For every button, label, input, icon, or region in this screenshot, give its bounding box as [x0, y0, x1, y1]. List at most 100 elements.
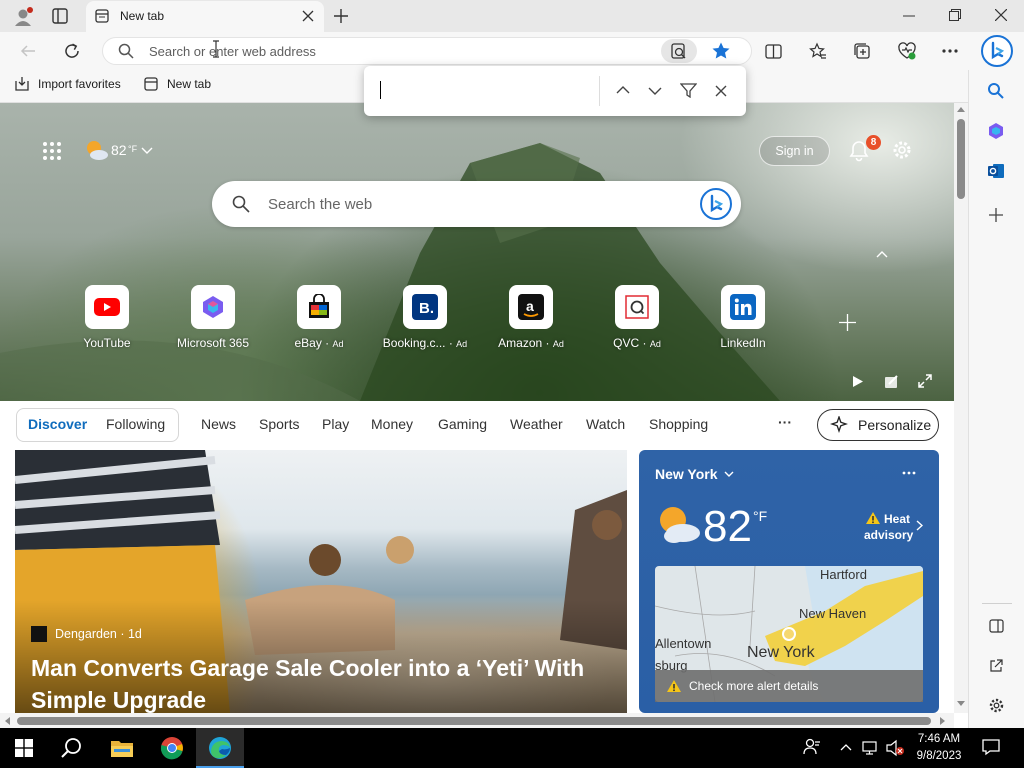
- quick-link-ebay[interactable]: eBay · Ad: [264, 285, 374, 355]
- quick-link-label: YouTube: [83, 336, 131, 350]
- tab-actions-icon[interactable]: [52, 8, 68, 24]
- favorites-icon[interactable]: [809, 42, 827, 60]
- show-hidden-icons-chevron-up-icon[interactable]: [840, 743, 852, 751]
- tab-following[interactable]: Following: [106, 416, 165, 432]
- edge-taskbar-button[interactable]: [196, 728, 244, 768]
- find-input[interactable]: [378, 78, 593, 104]
- address-input[interactable]: Search or enter web address: [149, 44, 316, 59]
- hide-sidebar-icon[interactable]: [989, 619, 1004, 633]
- taskbar-search-icon[interactable]: [61, 737, 83, 759]
- close-window-button[interactable]: [995, 9, 1007, 21]
- quick-link-booking[interactable]: B. Booking.c... · Ad: [370, 285, 480, 355]
- clock-time: 7:46 AM: [917, 733, 961, 745]
- notification-badge: 8: [866, 135, 881, 150]
- profile-icon[interactable]: [12, 6, 34, 28]
- find-previous-icon[interactable]: [616, 85, 630, 95]
- find-next-icon[interactable]: [648, 86, 662, 96]
- sparkle-icon: [830, 416, 848, 433]
- scroll-up-arrow[interactable]: [957, 106, 965, 112]
- warning-icon: [866, 512, 880, 524]
- notification-center-icon[interactable]: [982, 738, 1000, 756]
- nav-watch[interactable]: Watch: [586, 416, 625, 432]
- split-screen-icon[interactable]: [765, 43, 782, 60]
- browser-essentials-icon[interactable]: [897, 41, 917, 61]
- back-icon[interactable]: [20, 43, 36, 59]
- bing-chat-icon[interactable]: [700, 188, 732, 220]
- sidebar-add-icon[interactable]: [989, 208, 1003, 222]
- collapse-chevron-up-icon[interactable]: [876, 250, 888, 258]
- weather-card-temp: 82: [703, 502, 752, 551]
- quick-link-youtube[interactable]: YouTube: [52, 285, 162, 355]
- collections-icon[interactable]: [853, 42, 871, 60]
- people-icon[interactable]: [803, 738, 821, 756]
- favorite-import[interactable]: Import favorites: [38, 77, 121, 91]
- settings-more-icon[interactable]: [941, 48, 959, 54]
- sign-in-button[interactable]: Sign in: [759, 136, 830, 166]
- personalize-button[interactable]: Personalize: [817, 409, 939, 441]
- sidebar-outlook-icon[interactable]: [987, 162, 1005, 180]
- text-cursor-icon: [212, 40, 220, 58]
- quick-link-qvc[interactable]: QVC · Ad: [582, 285, 692, 355]
- file-explorer-icon[interactable]: [110, 738, 134, 758]
- restore-button[interactable]: [949, 9, 961, 21]
- microsoft365-icon: [191, 285, 235, 329]
- minimize-button[interactable]: [903, 15, 915, 17]
- nav-money[interactable]: Money: [371, 416, 413, 432]
- taskbar-clock[interactable]: 7:46 AM 9/8/2023: [914, 731, 964, 765]
- find-close-icon[interactable]: [715, 85, 727, 97]
- copilot-icon[interactable]: [981, 35, 1013, 67]
- weather-more-icon[interactable]: [902, 471, 916, 475]
- tab-title: New tab: [120, 9, 165, 23]
- background-info-icon[interactable]: [884, 374, 899, 389]
- quick-link-linkedin[interactable]: LinkedIn: [688, 285, 798, 355]
- sidebar-settings-icon[interactable]: [988, 697, 1005, 714]
- close-tab-icon[interactable]: [302, 10, 314, 22]
- volume-muted-icon[interactable]: [885, 739, 905, 757]
- quick-link-label: Amazon · Ad: [498, 336, 564, 350]
- sidebar-search-icon[interactable]: [987, 82, 1005, 100]
- weather-widget[interactable]: 82 °F: [84, 138, 158, 164]
- scroll-right-arrow[interactable]: [940, 717, 946, 725]
- apps-launcher-icon[interactable]: [42, 141, 62, 161]
- location-chevron-down-icon[interactable]: [724, 471, 734, 478]
- alert-details-label: Check more alert details: [689, 679, 819, 693]
- add-quick-link-icon[interactable]: [839, 314, 856, 331]
- map-label-hartford: Hartford: [820, 567, 867, 582]
- quick-link-microsoft365[interactable]: Microsoft 365: [158, 285, 268, 355]
- nav-news[interactable]: News: [201, 416, 236, 432]
- refresh-icon[interactable]: [63, 42, 81, 60]
- weather-location[interactable]: New York: [655, 466, 718, 482]
- network-icon[interactable]: [862, 740, 880, 756]
- map-label-new-haven: New Haven: [799, 606, 867, 621]
- vertical-scroll-thumb[interactable]: [957, 119, 965, 199]
- scroll-left-arrow[interactable]: [4, 717, 10, 725]
- tab-discover[interactable]: Discover: [28, 416, 87, 432]
- web-search-icon: [232, 195, 250, 213]
- quick-link-amazon[interactable]: a Amazon · Ad: [476, 285, 586, 355]
- favorite-star-icon[interactable]: [711, 41, 731, 61]
- nav-shopping[interactable]: Shopping: [649, 416, 708, 432]
- alert-details-button[interactable]: Check more alert details: [655, 670, 923, 702]
- page-settings-gear-icon[interactable]: [891, 139, 913, 161]
- nav-sports[interactable]: Sports: [259, 416, 299, 432]
- nav-weather[interactable]: Weather: [510, 416, 563, 432]
- article-title[interactable]: Man Converts Garage Sale Cooler into a ‘…: [31, 652, 611, 716]
- chrome-icon[interactable]: [160, 736, 184, 760]
- horizontal-scroll-thumb[interactable]: [17, 717, 931, 725]
- windows-start-icon[interactable]: [15, 739, 33, 757]
- sidebar-microsoft365-icon[interactable]: [987, 122, 1005, 140]
- nav-gaming[interactable]: Gaming: [438, 416, 487, 432]
- web-search-input[interactable]: Search the web: [268, 196, 372, 213]
- heat-advisory-link[interactable]: Heat advisory: [862, 510, 924, 544]
- nav-more-button[interactable]: ···: [778, 414, 792, 430]
- find-on-page-icon[interactable]: [661, 39, 697, 63]
- fullscreen-expand-icon[interactable]: [918, 374, 932, 388]
- map-label-allentown: Allentown: [655, 636, 712, 651]
- open-external-icon[interactable]: [989, 659, 1003, 673]
- play-background-icon[interactable]: [852, 375, 864, 388]
- nav-play[interactable]: Play: [322, 416, 349, 432]
- favorite-new-tab[interactable]: New tab: [167, 77, 211, 91]
- new-tab-button[interactable]: [333, 8, 349, 24]
- find-filter-icon[interactable]: [680, 83, 697, 98]
- scroll-down-arrow[interactable]: [957, 701, 965, 707]
